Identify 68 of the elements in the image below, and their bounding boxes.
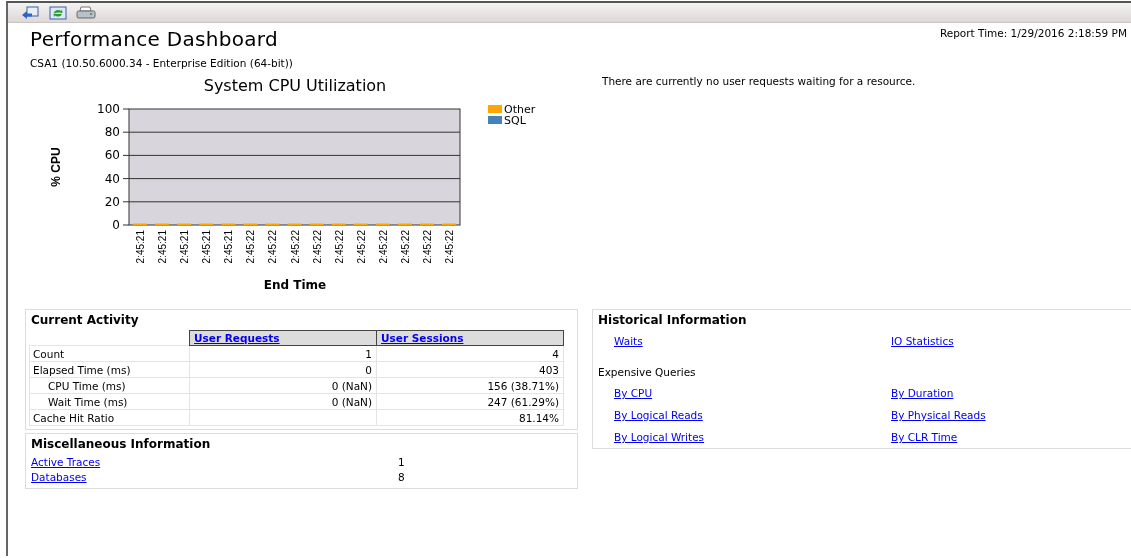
y-tick-label: 40 — [104, 171, 120, 186]
x-tick-label: 2:45:22 — [333, 230, 345, 264]
y-tick-label: 60 — [104, 148, 120, 163]
row-label: Wait Time (ms) — [29, 393, 190, 410]
x-tick-label: 2:45:22 — [377, 230, 389, 264]
x-tick-label: 2:45:21 — [157, 230, 169, 264]
toolbar-button[interactable] — [76, 4, 96, 21]
table-cell: 0 (NaN) — [189, 377, 377, 394]
y-axis-title: % CPU — [49, 147, 63, 187]
x-tick-label: 2:45:22 — [443, 230, 455, 264]
table-cell: 4 — [376, 345, 564, 362]
query-link[interactable]: By CLR Time — [891, 431, 958, 443]
query-link[interactable]: By Duration — [891, 387, 954, 399]
x-tick-label: 2:45:22 — [311, 230, 323, 264]
report-title: Performance Dashboard — [30, 27, 278, 51]
table-cell: 81.14% — [376, 409, 564, 426]
misc-link[interactable]: Active Traces — [31, 456, 101, 468]
chart-title: System CPU Utilization — [203, 76, 387, 95]
y-tick-label: 20 — [104, 194, 120, 209]
x-tick-label: 2:45:22 — [267, 230, 279, 264]
server-info: CSA1 (10.50.6000.34 - Enterprise Edition (64-bit)) — [30, 57, 293, 69]
history-link[interactable]: IO Statistics — [891, 335, 954, 347]
row-label: CPU Time (ms) — [29, 377, 190, 394]
x-tick-label: 2:45:21 — [201, 230, 213, 264]
toolbar-button[interactable] — [48, 4, 68, 21]
misc-link[interactable]: Databases — [31, 471, 87, 483]
row-label: Count — [29, 345, 190, 362]
misc-value: 1 — [398, 456, 405, 468]
table-cell: 403 — [376, 361, 564, 378]
column-link[interactable]: User Sessions — [381, 332, 464, 344]
legend-label: SQL — [504, 114, 526, 127]
table-cell: 1 — [189, 345, 377, 362]
toolbar-button[interactable] — [20, 4, 40, 21]
x-tick-label: 2:45:21 — [179, 230, 191, 264]
panel-title: Historical Information — [598, 313, 747, 327]
table-cell: 0 — [189, 361, 377, 378]
query-link[interactable]: By Physical Reads — [891, 409, 986, 421]
table-cell: 0 (NaN) — [189, 393, 377, 410]
x-tick-label: 2:45:21 — [135, 230, 147, 264]
y-tick-label: 0 — [112, 218, 120, 232]
report-time: Report Time: 1/29/2016 2:18:59 PM — [939, 27, 1127, 39]
column-link[interactable]: User Requests — [194, 332, 280, 344]
history-link[interactable]: Waits — [614, 335, 643, 347]
y-tick-label: 80 — [104, 125, 120, 140]
x-tick-label: 2:45:22 — [421, 230, 433, 264]
row-label: Elapsed Time (ms) — [29, 361, 190, 378]
misc-value: 8 — [398, 471, 405, 483]
x-tick-label: 2:45:21 — [223, 230, 235, 264]
refresh-icon — [49, 5, 67, 20]
printer-icon — [76, 5, 96, 20]
back-arrow-icon — [21, 5, 39, 20]
x-tick-label: 2:45:22 — [355, 230, 367, 264]
query-link[interactable]: By Logical Writes — [614, 431, 705, 443]
x-tick-label: 2:45:22 — [399, 230, 411, 264]
query-link[interactable]: By Logical Reads — [614, 409, 703, 421]
x-axis-title: End Time — [263, 278, 327, 292]
row-label: Cache Hit Ratio — [29, 409, 190, 426]
x-tick-label: 2:45:22 — [289, 230, 301, 264]
x-tick-label: 2:45:22 — [245, 230, 257, 264]
table-cell: 156 (38.71%) — [376, 377, 564, 394]
table-cell: 247 (61.29%) — [376, 393, 564, 410]
query-link[interactable]: By CPU — [614, 387, 653, 399]
status-message: There are currently no user requests waiting for a resource. — [602, 75, 916, 87]
y-tick-label: 100 — [97, 102, 120, 116]
legend-label: Other — [504, 103, 536, 116]
panel-title: Current Activity — [31, 313, 139, 327]
panel-title: Miscellaneous Information — [31, 437, 211, 451]
section-label: Expensive Queries — [598, 366, 697, 378]
